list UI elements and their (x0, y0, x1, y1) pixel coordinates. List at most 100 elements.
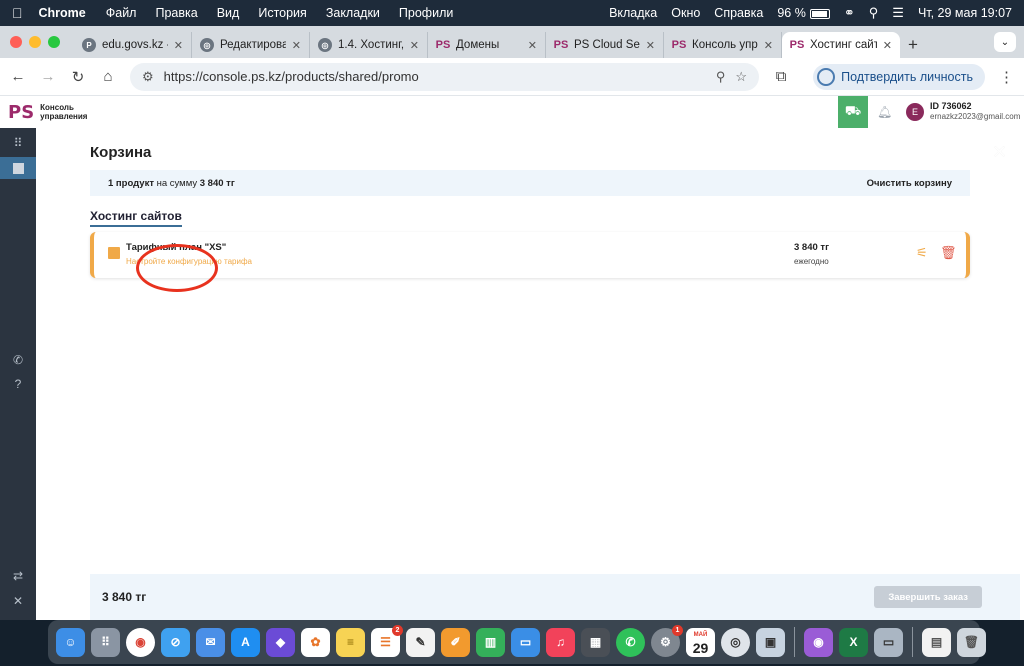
trash-icon[interactable]: 🗑︎ (940, 245, 957, 261)
user-email: ernazkz2023@gmail.com (930, 112, 1021, 121)
menu-window[interactable]: Окно (671, 6, 700, 20)
reminders-badge: 2 (392, 624, 403, 636)
shortcuts-icon[interactable]: ◆ (266, 627, 295, 657)
site-settings-icon[interactable]: ⚙ (142, 69, 154, 85)
tab-hosting-doc[interactable]: ◎ 1.4. Хостинг, ✕ (310, 32, 428, 58)
settings-sliders-icon[interactable]: ⚟ (916, 245, 928, 261)
tab-search-button[interactable]: ⌄ (994, 32, 1016, 52)
numbers-icon[interactable]: ▥ (476, 627, 505, 657)
tab-console[interactable]: PS Консоль упра ✕ (664, 32, 782, 58)
system-settings-icon[interactable]: ⚙ 1 (651, 624, 683, 657)
music-icon[interactable]: ♫ (546, 627, 575, 657)
new-tab-button[interactable]: + (900, 32, 926, 58)
preview-icon[interactable]: ▣ (756, 627, 785, 657)
mail-icon[interactable]: ✉ (196, 627, 225, 657)
home-icon[interactable]: ⌂ (100, 68, 116, 85)
back-arrow-icon[interactable]: ← (10, 68, 26, 85)
app-store-icon[interactable]: A (231, 627, 260, 657)
calculator-icon[interactable]: ▦ (581, 627, 610, 657)
url-text[interactable]: https://console.ps.kz/products/shared/pr… (164, 69, 706, 84)
zoom-window-button[interactable] (48, 36, 60, 48)
address-bar[interactable]: ⚙ https://console.ps.kz/products/shared/… (130, 62, 760, 91)
close-tab-icon[interactable]: ✕ (646, 39, 655, 52)
extensions-icon[interactable]: ⧉ (773, 68, 789, 85)
excel-icon[interactable]: X (839, 627, 868, 657)
menu-tab[interactable]: Вкладка (609, 6, 657, 20)
menu-view[interactable]: Вид (217, 6, 240, 20)
zoom-icon[interactable]: ⚲ (716, 69, 726, 85)
tab-editor[interactable]: ◎ Редактироват ✕ (192, 32, 310, 58)
close-tab-icon[interactable]: ✕ (528, 39, 537, 52)
whatsapp-icon[interactable]: ✆ (616, 627, 645, 657)
close-tab-icon[interactable]: ✕ (174, 39, 183, 52)
tab-hosting-active[interactable]: PS Хостинг сайто ✕ (782, 32, 900, 58)
freeform-icon[interactable]: ✎ (406, 627, 435, 657)
close-tab-icon[interactable]: ✕ (883, 39, 892, 52)
cart-summary: 1 продукт на сумму 3 840 тг Очистить кор… (90, 170, 970, 196)
menu-profiles[interactable]: Профили (399, 6, 453, 20)
finish-order-button[interactable]: Завершить заказ (874, 586, 982, 608)
launchpad-icon[interactable]: ⠿ (91, 627, 120, 657)
window-controls (10, 26, 60, 58)
close-cart-icon[interactable]: ✕ (992, 142, 1007, 163)
phone-icon[interactable]: ✆ (0, 349, 36, 371)
tab-edu-govs[interactable]: Pedu.govs.kz - ✕ (74, 32, 192, 58)
safari-icon[interactable]: ⊘ (161, 627, 190, 657)
notes-icon[interactable]: ≡ (336, 627, 365, 657)
quicktime-icon[interactable]: ◎ (721, 627, 750, 657)
close-tab-icon[interactable]: ✕ (764, 39, 773, 52)
tab-ps-cloud[interactable]: PS PS Cloud Serv ✕ (546, 32, 664, 58)
reload-icon[interactable]: ↻ (70, 68, 86, 86)
close-tab-icon[interactable]: ✕ (410, 39, 419, 52)
tools-icon[interactable]: ✕ (0, 590, 36, 612)
screenshot-icon[interactable]: ▭ (874, 627, 903, 657)
link-icon[interactable]: ⚭ (844, 5, 855, 21)
avatar: E (906, 102, 924, 121)
menu-bookmarks[interactable]: Закладки (326, 6, 380, 20)
translate-icon[interactable]: ⇄ (0, 565, 36, 587)
chrome-icon[interactable]: ◉ (126, 627, 155, 657)
search-icon[interactable]: ⚲ (869, 5, 879, 21)
close-window-button[interactable] (10, 36, 22, 48)
help-icon[interactable]: ? (0, 373, 36, 395)
close-tab-icon[interactable]: ✕ (292, 39, 301, 52)
macos-dock: ☺ ⠿ ◉ ⊘ ✉ A ◆ ✿ ≡ ☰ 2 ✎ ✐ ▥ ▭ ♫ ▦ ✆ ⚙ 1 МА… (48, 620, 986, 664)
document-icon[interactable]: ▤ (922, 627, 951, 657)
ps-favicon-icon: PS (435, 39, 451, 51)
menubar-clock[interactable]: Чт, 29 мая 19:07 (918, 6, 1012, 20)
podcasts-icon[interactable]: ◉ (804, 627, 833, 657)
verify-identity-button[interactable]: Подтвердить личность (813, 63, 985, 90)
menu-file[interactable]: Файл (106, 6, 137, 20)
menubar-app-name[interactable]: Chrome (39, 6, 86, 20)
more-menu-icon[interactable]: ⋮ (999, 68, 1014, 86)
console-logo[interactable]: PS Консоль управления (8, 102, 87, 123)
bell-icon[interactable]: 🔔︎ (877, 105, 892, 119)
photos-icon[interactable]: ✿ (301, 627, 330, 657)
minimize-window-button[interactable] (29, 36, 41, 48)
globe-favicon-icon: ◎ (318, 38, 332, 52)
pages-icon[interactable]: ✐ (441, 627, 470, 657)
battery-icon (809, 8, 830, 19)
finder-icon[interactable]: ☺ (56, 627, 85, 657)
battery-status[interactable]: 96 % (777, 6, 830, 20)
console-header: PS Консоль управления ⛟ 🔔︎ E ID 736062 er… (0, 96, 1024, 128)
apple-icon[interactable]:  (12, 5, 23, 21)
user-menu[interactable]: E ID 736062 ernazkz2023@gmail.com (906, 101, 1020, 122)
reminders-icon[interactable]: ☰ 2 (371, 624, 403, 657)
sidebar-item-products[interactable] (0, 157, 36, 179)
item-checkbox[interactable] (108, 247, 120, 259)
forward-arrow-icon[interactable]: → (40, 68, 56, 85)
menu-history[interactable]: История (258, 6, 306, 20)
keynote-icon[interactable]: ▭ (511, 627, 540, 657)
menu-edit[interactable]: Правка (155, 6, 197, 20)
summary-middle: на сумму (153, 177, 200, 189)
tab-domains[interactable]: PS Домены ✕ (428, 32, 546, 58)
apps-grid-icon[interactable]: ⠿ (0, 132, 36, 154)
cart-button[interactable]: ⛟ (838, 96, 868, 128)
control-center-icon[interactable]: ☰ (892, 5, 904, 21)
calendar-icon[interactable]: МАЙ 29 (686, 627, 715, 657)
bookmark-star-icon[interactable]: ☆ (735, 69, 747, 85)
clear-cart-button[interactable]: Очистить корзину (867, 178, 952, 189)
trash-bin-icon[interactable]: 🗑︎ (957, 627, 986, 657)
menu-help[interactable]: Справка (714, 6, 763, 20)
